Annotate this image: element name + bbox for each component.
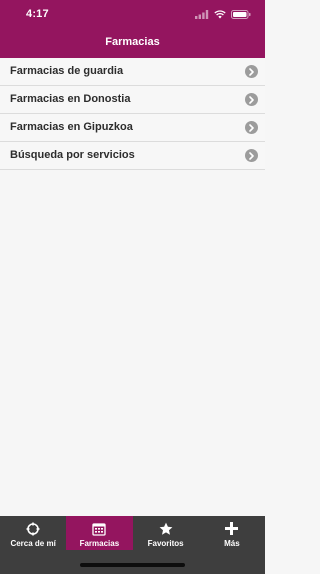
tab-farmacias[interactable]: Farmacias: [66, 516, 133, 550]
wifi-icon: [214, 9, 226, 18]
tab-label: Más: [224, 539, 240, 548]
nav-bar: Farmacias: [0, 28, 265, 58]
tab-label: Cerca de mí: [10, 539, 56, 548]
chevron-right-icon: [245, 93, 258, 106]
chevron-right-icon: [245, 121, 258, 134]
plus-icon: [225, 521, 239, 536]
status-bar: 4:17: [0, 0, 265, 28]
home-indicator[interactable]: [80, 563, 185, 567]
tab-label: Favoritos: [147, 539, 184, 548]
tab-mas[interactable]: Más: [199, 516, 265, 550]
signal-icon: [195, 9, 209, 19]
battery-icon: [231, 9, 251, 19]
menu-item-busqueda-por-servicios[interactable]: Búsqueda por servicios: [0, 142, 265, 170]
menu-item-farmacias-de-guardia[interactable]: Farmacias de guardia: [0, 58, 265, 86]
tab-cerca-de-mi[interactable]: Cerca de mí: [0, 516, 66, 550]
menu-item-farmacias-en-gipuzkoa[interactable]: Farmacias en Gipuzkoa: [0, 114, 265, 142]
menu-item-farmacias-en-donostia[interactable]: Farmacias en Donostia: [0, 86, 265, 114]
chevron-right-icon: [245, 149, 258, 162]
tab-favoritos[interactable]: Favoritos: [133, 516, 199, 550]
crosshair-icon: [26, 521, 40, 536]
tab-label: Farmacias: [79, 539, 120, 548]
menu-item-label: Farmacias en Gipuzkoa: [10, 121, 133, 133]
calendar-icon: [92, 521, 107, 536]
menu-item-label: Farmacias de guardia: [10, 65, 124, 77]
page-title: Farmacias: [105, 36, 160, 48]
status-time: 4:17: [26, 8, 49, 20]
menu-item-label: Búsqueda por servicios: [10, 149, 135, 161]
chevron-right-icon: [245, 65, 258, 78]
menu-list: Farmacias de guardia Farmacias en Donost…: [0, 58, 265, 170]
status-icons: [195, 9, 251, 19]
menu-item-label: Farmacias en Donostia: [10, 93, 131, 105]
star-icon: [159, 521, 173, 536]
